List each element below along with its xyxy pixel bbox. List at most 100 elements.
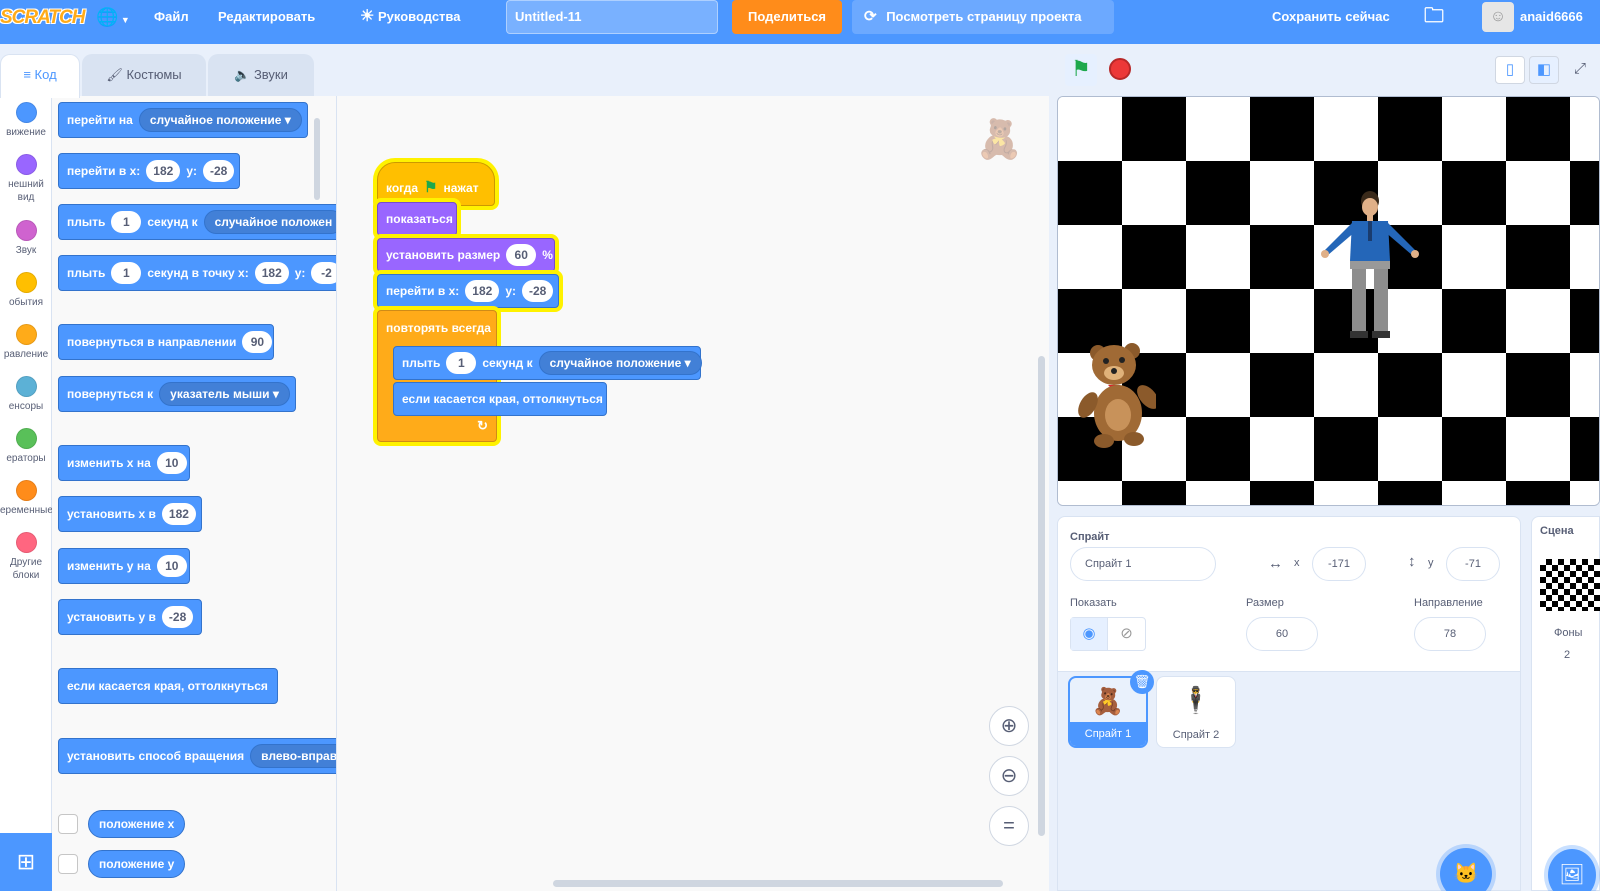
block-show[interactable]: показаться [377, 202, 457, 236]
block-input-x[interactable]: 182 [146, 160, 181, 182]
block-input-size[interactable]: 60 [506, 244, 537, 266]
tab-costumes[interactable]: 🖌 Костюмы [82, 54, 206, 96]
tab-sounds[interactable]: 🔈 Звуки [208, 54, 314, 96]
reporter-x-position[interactable]: положение x [88, 810, 186, 838]
block-point-direction[interactable]: повернуться в направлении 90 [58, 324, 274, 360]
large-stage-button[interactable]: ◧ [1529, 56, 1559, 84]
block-bounce-edge[interactable]: если касается края, оттолкнуться [393, 382, 607, 416]
block-input-secs[interactable]: 1 [111, 211, 142, 233]
block-gotoxy[interactable]: перейти в x: 182 y: -28 [58, 153, 240, 189]
block-set-x[interactable]: установить х в 182 [58, 496, 202, 532]
edit-menu[interactable]: Редактировать [218, 0, 315, 44]
category-sound[interactable]: Звук [0, 220, 52, 257]
category-control[interactable]: равление [0, 324, 52, 361]
size-label: Размер [1246, 597, 1284, 609]
add-backdrop-button[interactable]: 🖼 [1548, 849, 1596, 891]
block-input-direction[interactable]: 90 [242, 331, 273, 353]
reporter-y-position[interactable]: положение y [88, 850, 186, 878]
dropdown-value: случайное положение [149, 113, 282, 127]
project-title-input[interactable]: Untitled-11 [506, 0, 718, 34]
size-field[interactable]: 60 [1246, 617, 1318, 651]
block-input-x[interactable]: 182 [465, 280, 500, 302]
script-vertical-scrollbar[interactable] [1038, 356, 1045, 836]
backdrop-thumbnail[interactable] [1540, 559, 1600, 611]
tutorials-menu[interactable]: ☀ Руководства [360, 0, 460, 44]
add-extension-button[interactable]: ⊞ [0, 833, 52, 891]
block-dropdown[interactable]: влево-вправ [250, 744, 336, 768]
delete-sprite-button[interactable]: 🗑 [1130, 670, 1154, 694]
block-input-value[interactable]: 182 [161, 503, 196, 525]
save-now-button[interactable]: Сохранить сейчас [1272, 0, 1390, 44]
scratch-logo[interactable]: SCRATCH [0, 4, 85, 32]
hide-eye-button[interactable]: ⊘ [1108, 618, 1145, 650]
block-rotation-style[interactable]: установить способ вращения влево-вправ [58, 738, 336, 774]
category-operators[interactable]: ераторы [0, 428, 52, 465]
folder-icon[interactable]: 🗀 [1424, 0, 1444, 44]
add-sprite-button[interactable]: 🐱 [1440, 848, 1492, 891]
show-eye-button[interactable]: ◉ [1071, 618, 1109, 650]
block-input-y[interactable]: -28 [521, 280, 554, 302]
block-text: изменить х на [67, 456, 151, 470]
block-dropdown[interactable]: случайное положение ▾ [138, 108, 302, 132]
block-input-secs[interactable]: 1 [111, 262, 142, 284]
stage[interactable] [1057, 96, 1600, 506]
block-dropdown[interactable]: случайное положение ▾ [538, 351, 702, 375]
block-change-x[interactable]: изменить х на 10 [58, 445, 190, 481]
man-sprite[interactable] [1318, 189, 1422, 355]
script-area[interactable]: 🧸 когда ⚑ нажат показаться установить ра… [337, 96, 1049, 891]
block-input-value[interactable]: -28 [161, 606, 194, 628]
category-sensing[interactable]: енсоры [0, 376, 52, 413]
block-dropdown[interactable]: указатель мыши ▾ [159, 382, 290, 406]
zoom-out-button[interactable]: ⊖ [989, 756, 1029, 796]
block-goto[interactable]: перейти на случайное положение ▾ [58, 102, 308, 138]
sprite-thumb-2[interactable]: 🕴 Спрайт 2 [1156, 676, 1236, 748]
category-looks[interactable]: нешний вид [0, 154, 52, 204]
block-glide-xy[interactable]: плыть 1 секунд в точку x: 182 y: -2 [58, 255, 336, 291]
block-glide-random[interactable]: плыть 1 секунд к случайное положение ▾ [393, 346, 702, 380]
stop-button[interactable] [1109, 58, 1131, 80]
palette-scrollbar[interactable] [314, 118, 320, 200]
category-events[interactable]: обытия [0, 272, 52, 309]
block-set-y[interactable]: установить у в -28 [58, 599, 202, 635]
sprite-name-field[interactable]: Спрайт 1 [1070, 547, 1216, 581]
block-when-flag-clicked[interactable]: когда ⚑ нажат [377, 162, 495, 206]
block-input-secs[interactable]: 1 [446, 352, 477, 374]
y-field[interactable]: -71 [1446, 547, 1500, 581]
block-glide-to[interactable]: плыть 1 секунд к случайное положен [58, 204, 336, 240]
tab-code[interactable]: ≡ Код [0, 54, 80, 98]
block-input-y[interactable]: -28 [202, 160, 235, 182]
fullscreen-button[interactable]: ⤢ [1565, 56, 1595, 84]
zoom-reset-button[interactable]: = [989, 806, 1029, 846]
sprite-thumb-1[interactable]: 🧸 🗑 Спрайт 1 [1068, 670, 1154, 748]
see-project-page-button[interactable]: ⟳ Посмотреть страницу проекта [852, 0, 1114, 34]
small-stage-button[interactable]: ▯ [1495, 56, 1525, 84]
block-input-y[interactable]: -2 [311, 262, 336, 284]
block-input-value[interactable]: 10 [156, 452, 187, 474]
checkbox-x-position[interactable] [58, 814, 78, 834]
script-horizontal-scrollbar[interactable] [553, 880, 1003, 887]
x-label: x [1294, 557, 1300, 569]
block-point-towards[interactable]: повернуться к указатель мыши ▾ [58, 376, 296, 412]
x-field[interactable]: -171 [1312, 547, 1366, 581]
stage-selector-panel[interactable]: Сцена Фоны 2 🖼 [1531, 516, 1600, 891]
block-goto-xy[interactable]: перейти в x: 182 y: -28 [377, 274, 559, 308]
block-change-y[interactable]: изменить у на 10 [58, 548, 190, 584]
bear-sprite[interactable] [1076, 333, 1156, 449]
block-input-x[interactable]: 182 [254, 262, 289, 284]
direction-field[interactable]: 78 [1414, 617, 1486, 651]
block-bounce[interactable]: если касается края, оттолкнуться [58, 668, 278, 704]
file-menu[interactable]: Файл [154, 0, 189, 44]
username-label[interactable]: anaid6666 [1520, 0, 1583, 44]
category-variables[interactable]: еременные [0, 480, 53, 517]
language-menu[interactable]: 🌐 ▼ [96, 0, 130, 44]
zoom-in-button[interactable]: ⊕ [989, 706, 1029, 746]
green-flag-button[interactable]: ⚑ [1065, 54, 1097, 86]
share-button[interactable]: Поделиться [732, 0, 842, 34]
block-set-size[interactable]: установить размер 60 % [377, 238, 555, 272]
category-my-blocks[interactable]: Другие блоки [0, 532, 52, 582]
block-input-value[interactable]: 10 [156, 555, 187, 577]
avatar[interactable]: ☺ [1482, 2, 1514, 32]
block-dropdown[interactable]: случайное положен [203, 210, 336, 234]
category-motion[interactable]: вижение [0, 102, 52, 139]
checkbox-y-position[interactable] [58, 854, 78, 874]
